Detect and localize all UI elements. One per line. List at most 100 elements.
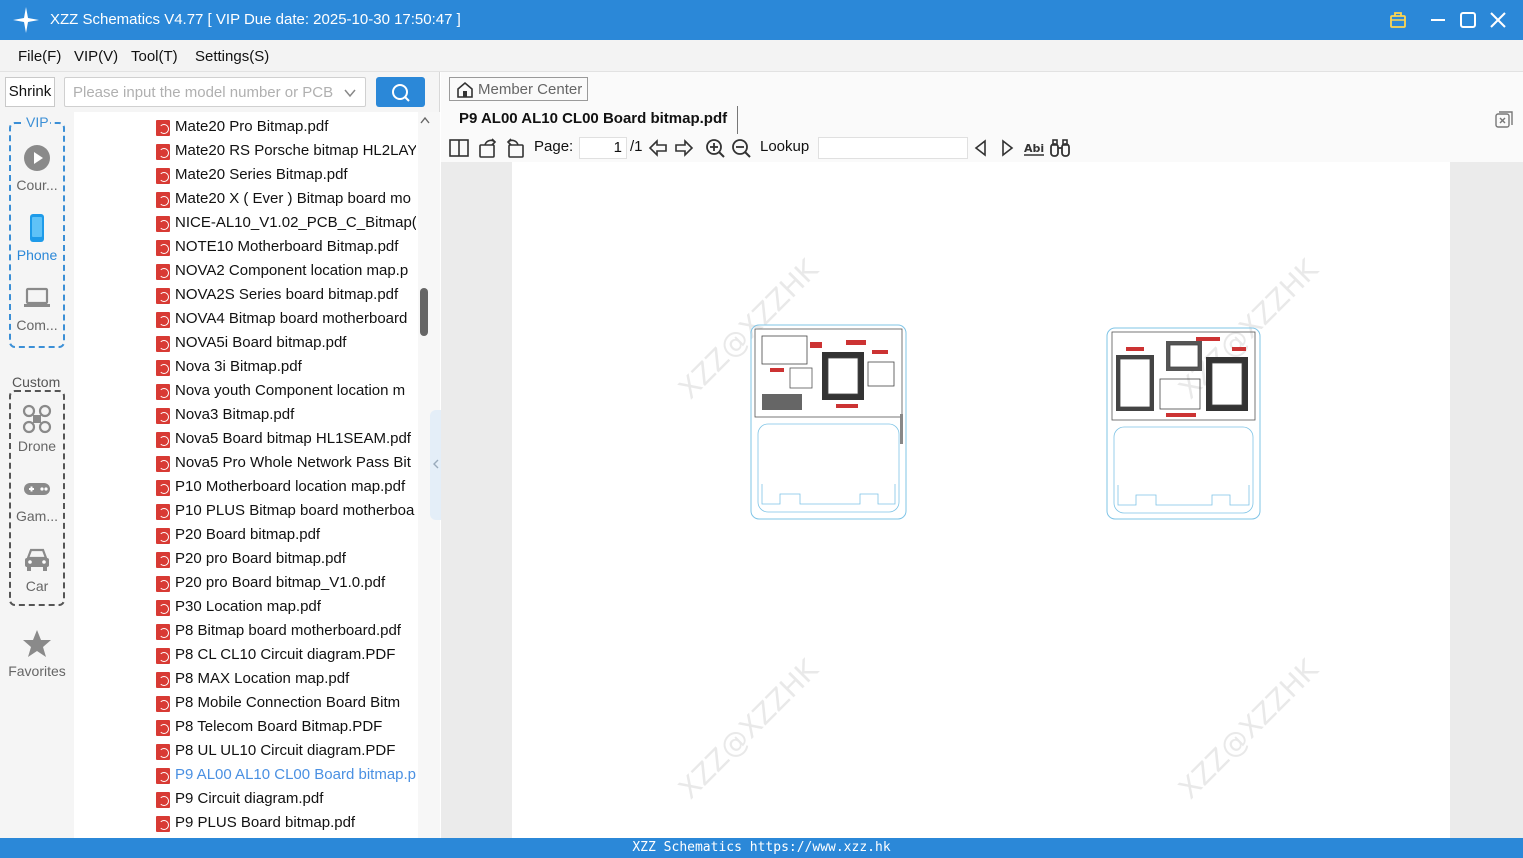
search-button[interactable] <box>376 77 425 107</box>
scrollbar-thumb[interactable] <box>420 288 428 336</box>
file-list-item[interactable]: P9 AL00 AL10 CL00 Board bitmap.p <box>156 764 416 788</box>
file-list-item[interactable]: P10 Motherboard location map.pdf <box>156 476 416 500</box>
menu-tool[interactable]: Tool(T) <box>131 48 178 65</box>
two-page-view-icon[interactable] <box>448 137 470 159</box>
file-name: NOVA2 Component location map.p <box>175 262 409 279</box>
pdf-page[interactable]: XZZ@XZZHK XZZ@XZZHK XZZ@XZZHK XZZ@XZZHK <box>512 162 1450 838</box>
file-list-item[interactable]: P20 pro Board bitmap.pdf <box>156 548 416 572</box>
category-label: Com... <box>16 317 58 333</box>
pdf-file-icon <box>156 792 170 808</box>
file-list-item[interactable]: Mate20 Series Bitmap.pdf <box>156 164 416 188</box>
phone-icon <box>30 214 44 242</box>
star-icon <box>23 630 51 657</box>
close-tabs-icon[interactable] <box>1495 111 1513 129</box>
file-list-item[interactable]: P8 CL CL10 Circuit diagram.PDF <box>156 644 416 668</box>
custom-group-label: Custom <box>11 374 62 390</box>
file-list-item[interactable]: Nova youth Component location m <box>156 380 416 404</box>
next-page-icon[interactable] <box>673 137 695 159</box>
model-search-input[interactable]: Please input the model number or PCB <box>64 77 366 107</box>
file-list-item[interactable]: P8 UL UL10 Circuit diagram.PDF <box>156 740 416 764</box>
category-label: Phone <box>16 247 58 263</box>
file-name: NOVA4 Bitmap board motherboard <box>175 310 408 327</box>
binoculars-icon[interactable] <box>1049 137 1071 159</box>
pdf-file-icon <box>156 384 170 400</box>
file-list-item[interactable]: NOTE10 Motherboard Bitmap.pdf <box>156 236 416 260</box>
pdf-file-icon <box>156 216 170 232</box>
zoom-in-icon[interactable] <box>704 137 726 159</box>
pcb-board-drawing <box>750 324 907 520</box>
file-list-item[interactable]: P20 Board bitmap.pdf <box>156 524 416 548</box>
file-name: Mate20 Series Bitmap.pdf <box>175 166 348 183</box>
file-list-item[interactable]: P9 PLUS Board bitmap.pdf <box>156 812 416 836</box>
file-list-item[interactable]: Nova3 Bitmap.pdf <box>156 404 416 428</box>
category-label: Drone <box>17 438 57 454</box>
menu-settings[interactable]: Settings(S) <box>195 48 269 65</box>
chevron-down-icon[interactable] <box>343 86 357 100</box>
watermark: XZZ@XZZHK <box>672 652 825 806</box>
lookup-input[interactable] <box>818 137 968 159</box>
laptop-icon <box>24 287 50 307</box>
rotate-left-icon[interactable] <box>504 137 526 159</box>
file-list-item[interactable]: NOVA5i Board bitmap.pdf <box>156 332 416 356</box>
file-list-item[interactable]: NICE-AL10_V1.02_PCB_C_Bitmap(16 <box>156 212 416 236</box>
window-title: XZZ Schematics V4.77 [ VIP Due date: 202… <box>50 11 461 28</box>
category-label: Cour... <box>16 177 58 193</box>
file-list-item[interactable]: P8 Bitmap board motherboard.pdf <box>156 620 416 644</box>
file-list-item[interactable]: Mate20 RS Porsche bitmap HL2LAY <box>156 140 416 164</box>
find-previous-icon[interactable] <box>970 137 992 159</box>
file-list-item[interactable]: P8 MAX Location map.pdf <box>156 668 416 692</box>
maximize-icon[interactable] <box>1456 8 1480 32</box>
page-number-input[interactable]: 1 <box>579 137 627 159</box>
file-name: P30 Location map.pdf <box>175 598 321 615</box>
document-tab[interactable]: P9 AL00 AL10 CL00 Board bitmap.pdf <box>449 106 739 134</box>
pdf-file-icon <box>156 624 170 640</box>
file-name: P8 Bitmap board motherboard.pdf <box>175 622 401 639</box>
minimize-icon[interactable] <box>1426 8 1450 32</box>
member-center-button[interactable]: Member Center <box>449 77 588 101</box>
file-list-item[interactable]: Mate20 Pro Bitmap.pdf <box>156 116 416 140</box>
file-name: P9 AL00 AL10 CL00 Board bitmap.p <box>175 766 416 783</box>
file-list-item[interactable]: P30 Location map.pdf <box>156 596 416 620</box>
shrink-button[interactable]: Shrink <box>5 77 55 107</box>
previous-page-icon[interactable] <box>647 137 669 159</box>
zoom-out-icon[interactable] <box>730 137 752 159</box>
menu-file[interactable]: File(F) <box>18 48 61 65</box>
pdf-file-icon <box>156 168 170 184</box>
file-list-item[interactable]: P9 Circuit diagram.pdf <box>156 788 416 812</box>
file-name: NOVA5i Board bitmap.pdf <box>175 334 347 351</box>
svg-text:Abi: Abi <box>1024 142 1044 155</box>
scroll-up-icon[interactable] <box>420 116 430 124</box>
file-list-item[interactable]: NOVA4 Bitmap board motherboard <box>156 308 416 332</box>
file-list-item[interactable]: NOVA2 Component location map.p <box>156 260 416 284</box>
menu-vip[interactable]: VIP(V) <box>74 48 118 65</box>
pdf-file-icon <box>156 480 170 496</box>
file-list-item[interactable]: Nova5 Pro Whole Network Pass Bit <box>156 452 416 476</box>
pdf-file-icon <box>156 312 170 328</box>
file-list-item[interactable]: P8 Mobile Connection Board Bitm <box>156 692 416 716</box>
file-name: P8 CL CL10 Circuit diagram.PDF <box>175 646 396 663</box>
lookup-label: Lookup <box>760 138 810 155</box>
file-list-item[interactable]: P8 Telecom Board Bitmap.PDF <box>156 716 416 740</box>
file-name: P20 pro Board bitmap_V1.0.pdf <box>175 574 386 591</box>
file-list-item[interactable]: NOVA2S Series board bitmap.pdf <box>156 284 416 308</box>
vip-bag-icon[interactable] <box>1386 8 1410 32</box>
member-bar: Member Center <box>441 72 1523 106</box>
file-list-item[interactable]: Mate20 X ( Ever ) Bitmap board mo <box>156 188 416 212</box>
match-case-icon[interactable]: Abi <box>1023 137 1045 159</box>
rotate-right-icon[interactable] <box>477 137 499 159</box>
pdf-file-icon <box>156 768 170 784</box>
file-name: P20 pro Board bitmap.pdf <box>175 550 346 567</box>
pdf-file-icon <box>156 288 170 304</box>
file-name: NOVA2S Series board bitmap.pdf <box>175 286 399 303</box>
close-icon[interactable] <box>1486 8 1510 32</box>
file-name: P20 Board bitmap.pdf <box>175 526 321 543</box>
file-list-item[interactable]: P20 pro Board bitmap_V1.0.pdf <box>156 572 416 596</box>
file-list-item[interactable]: P10 PLUS Bitmap board motherboa <box>156 500 416 524</box>
find-next-icon[interactable] <box>996 137 1018 159</box>
file-list-item[interactable]: Nova5 Board bitmap HL1SEAM.pdf <box>156 428 416 452</box>
pdf-file-icon <box>156 720 170 736</box>
play-icon <box>24 145 50 171</box>
file-name: P8 Mobile Connection Board Bitm <box>175 694 401 711</box>
file-list-item[interactable]: Nova 3i Bitmap.pdf <box>156 356 416 380</box>
chevron-left-icon <box>433 459 439 469</box>
